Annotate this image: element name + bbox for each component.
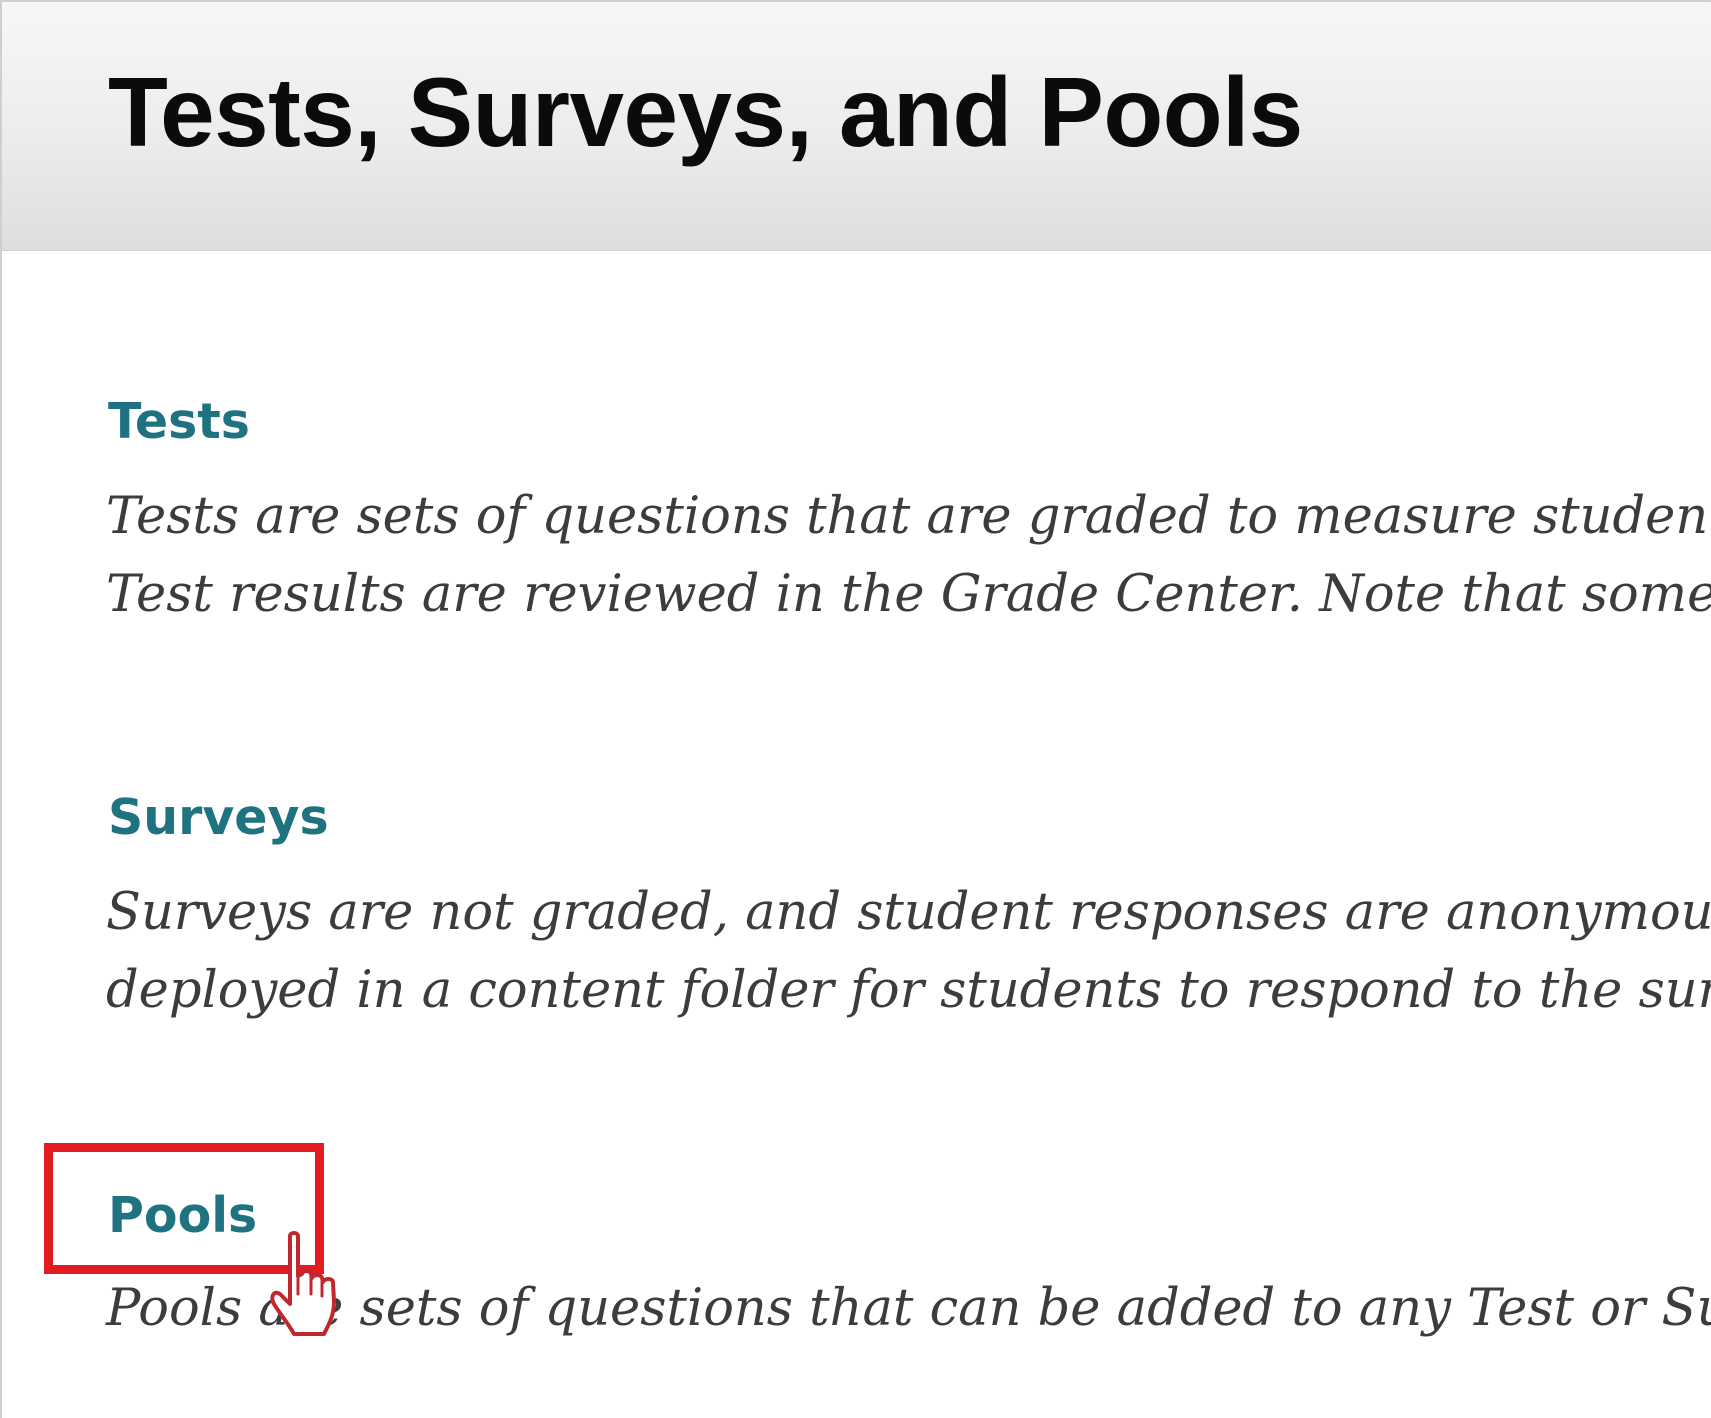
tests-description-line-2: Test results are reviewed in the Grade C… [106,565,1711,624]
tests-link[interactable]: Tests [108,392,250,452]
hand-pointer-icon [270,1231,336,1336]
surveys-description-line-2: deployed in a content folder for student… [106,961,1711,1020]
tests-description-line-1: Tests are sets of questions that are gra… [106,487,1711,546]
page-frame: Tests, Surveys, and Pools Tests Tests ar… [0,0,1711,1418]
page-header: Tests, Surveys, and Pools [2,2,1711,251]
surveys-description-line-1: Surveys are not graded, and student resp… [106,883,1711,942]
page-title: Tests, Surveys, and Pools [108,57,1303,167]
surveys-link[interactable]: Surveys [108,788,329,848]
